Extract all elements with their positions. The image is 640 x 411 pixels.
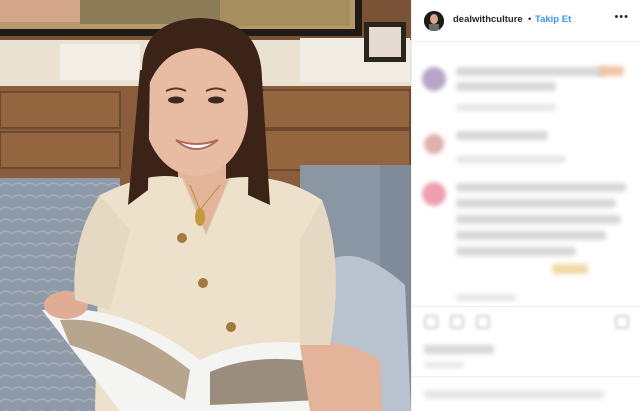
- comment-meta-blurred: [456, 294, 516, 301]
- post-date-blurred: [424, 362, 464, 368]
- post-header: dealwithculture • Takip Et •••: [412, 0, 640, 42]
- emoji-blurred: [552, 264, 588, 274]
- avatar[interactable]: [422, 182, 446, 206]
- avatar[interactable]: [422, 67, 446, 91]
- add-comment-input-blurred[interactable]: [424, 390, 604, 399]
- comment-text-blurred: [456, 199, 616, 208]
- comment-meta-blurred: [456, 104, 556, 111]
- comment-text-blurred: [456, 247, 576, 256]
- post-photo: [0, 0, 411, 411]
- comment-text-blurred: [456, 131, 548, 140]
- comment-meta-blurred: [456, 156, 566, 163]
- comment-text-blurred: [456, 82, 556, 91]
- comment-text-blurred: [456, 215, 621, 224]
- username-link[interactable]: dealwithculture: [453, 14, 523, 25]
- instagram-post-view: dealwithculture • Takip Et •••: [0, 0, 640, 411]
- comment-text-blurred: [456, 67, 606, 76]
- bookmark-icon[interactable]: [615, 315, 629, 329]
- likes-count-blurred: [424, 345, 494, 354]
- avatar[interactable]: [424, 11, 444, 31]
- separator-dot: •: [528, 14, 532, 25]
- more-options-icon[interactable]: •••: [614, 11, 629, 23]
- comment-text-blurred: [456, 183, 626, 192]
- post-panel: dealwithculture • Takip Et •••: [411, 0, 640, 411]
- post-actions-bar: [412, 306, 640, 338]
- divider: [412, 376, 640, 377]
- follow-button[interactable]: Takip Et: [535, 14, 571, 25]
- comment-icon[interactable]: [450, 315, 464, 329]
- emoji-blurred: [598, 66, 624, 76]
- heart-icon[interactable]: [424, 315, 438, 329]
- avatar[interactable]: [424, 134, 444, 154]
- share-icon[interactable]: [476, 315, 490, 329]
- comment-text-blurred: [456, 231, 606, 240]
